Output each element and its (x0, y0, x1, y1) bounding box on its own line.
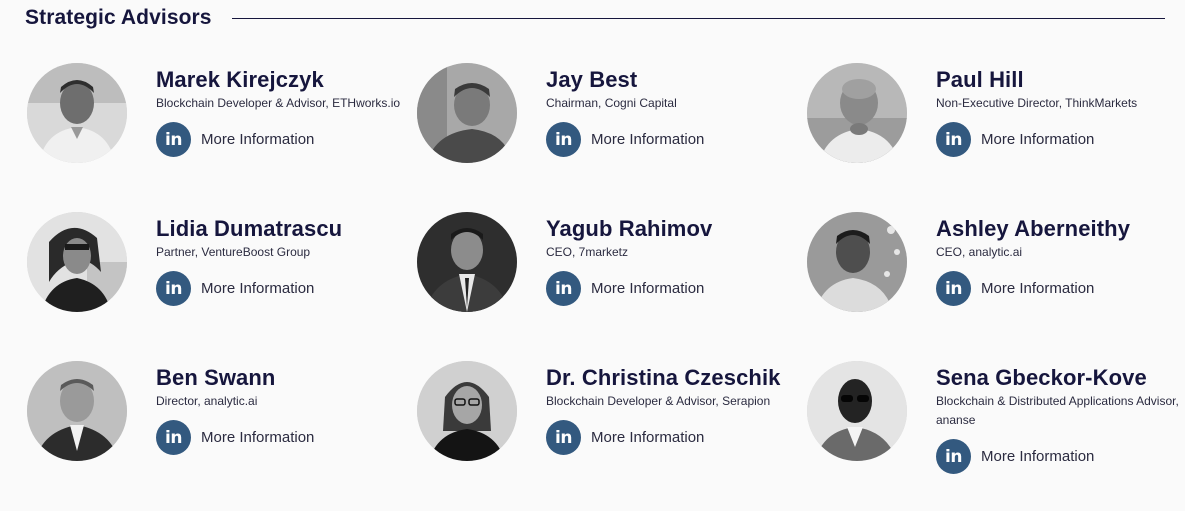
more-information-label[interactable]: More Information (981, 448, 1094, 465)
linkedin-icon[interactable]: in (936, 122, 971, 157)
more-information-link[interactable]: in More Information (936, 439, 1185, 474)
advisor-photo (807, 63, 907, 163)
advisor-photo (417, 63, 517, 163)
advisor-card: Ben Swann Director, analytic.ai in More … (27, 361, 407, 471)
advisor-card: Sena Gbeckor-Kove Blockchain & Distribut… (807, 361, 1185, 474)
advisor-role: Blockchain Developer & Advisor, Serapion (546, 394, 771, 408)
more-information-link[interactable]: in More Information (546, 122, 796, 157)
more-information-label[interactable]: More Information (201, 280, 314, 297)
more-information-link[interactable]: in More Information (156, 122, 406, 157)
advisor-name: Lidia Dumatrascu (156, 216, 343, 241)
advisor-card: Paul Hill Non-Executive Director, ThinkM… (807, 63, 1185, 173)
linkedin-icon[interactable]: in (546, 271, 581, 306)
advisor-card: Ashley Aberneithy CEO, analytic.ai in Mo… (807, 212, 1185, 322)
more-information-link[interactable]: in More Information (156, 271, 406, 306)
section-divider (231, 17, 1165, 19)
more-information-label[interactable]: More Information (981, 131, 1094, 148)
more-information-label[interactable]: More Information (591, 429, 704, 446)
advisor-role: Director, analytic.ai (156, 394, 258, 408)
advisor-photo (807, 212, 907, 312)
more-information-link[interactable]: in More Information (546, 271, 796, 306)
linkedin-icon[interactable]: in (936, 439, 971, 474)
advisor-card: Lidia Dumatrascu Partner, VentureBoost G… (27, 212, 407, 322)
advisor-photo (27, 212, 127, 312)
advisor-photo (27, 361, 127, 461)
advisor-name: Dr. Christina Czeschik (546, 365, 781, 390)
linkedin-icon[interactable]: in (156, 420, 191, 455)
more-information-link[interactable]: in More Information (936, 271, 1185, 306)
section-title: Strategic Advisors (25, 6, 212, 29)
more-information-label[interactable]: More Information (591, 131, 704, 148)
more-information-link[interactable]: in More Information (156, 420, 406, 455)
advisor-role: CEO, analytic.ai (936, 245, 1023, 259)
advisor-card: Yagub Rahimov CEO, 7marketz in More Info… (417, 212, 797, 322)
linkedin-icon[interactable]: in (936, 271, 971, 306)
advisor-card: Dr. Christina Czeschik Blockchain Develo… (417, 361, 797, 471)
linkedin-icon[interactable]: in (156, 122, 191, 157)
advisor-name: Sena Gbeckor-Kove (936, 365, 1147, 390)
more-information-link[interactable]: in More Information (936, 122, 1185, 157)
linkedin-icon[interactable]: in (546, 122, 581, 157)
advisor-name: Ashley Aberneithy (936, 216, 1131, 241)
section-header: Strategic Advisors (25, 4, 1165, 32)
advisor-photo (417, 361, 517, 461)
advisor-name: Yagub Rahimov (546, 216, 713, 241)
advisor-photo (27, 63, 127, 163)
advisor-role: Partner, VentureBoost Group (156, 245, 311, 259)
linkedin-icon[interactable]: in (156, 271, 191, 306)
advisor-name: Jay Best (546, 67, 638, 92)
advisor-name: Ben Swann (156, 365, 276, 390)
advisor-name: Marek Kirejczyk (156, 67, 324, 92)
advisor-card: Marek Kirejczyk Blockchain Developer & A… (27, 63, 407, 173)
more-information-link[interactable]: in More Information (546, 420, 796, 455)
more-information-label[interactable]: More Information (201, 131, 314, 148)
advisor-role: CEO, 7marketz (546, 245, 629, 259)
advisor-role: Blockchain Developer & Advisor, ETHworks… (156, 96, 401, 110)
more-information-label[interactable]: More Information (981, 280, 1094, 297)
advisor-role: Blockchain & Distributed Applications Ad… (936, 394, 1179, 427)
linkedin-icon[interactable]: in (546, 420, 581, 455)
more-information-label[interactable]: More Information (591, 280, 704, 297)
advisor-name: Paul Hill (936, 67, 1024, 92)
advisor-card: Jay Best Chairman, Cogni Capital in More… (417, 63, 797, 173)
more-information-label[interactable]: More Information (201, 429, 314, 446)
advisor-role: Non-Executive Director, ThinkMarkets (936, 96, 1138, 110)
advisor-role: Chairman, Cogni Capital (546, 96, 677, 110)
advisor-photo (807, 361, 907, 461)
advisor-photo (417, 212, 517, 312)
